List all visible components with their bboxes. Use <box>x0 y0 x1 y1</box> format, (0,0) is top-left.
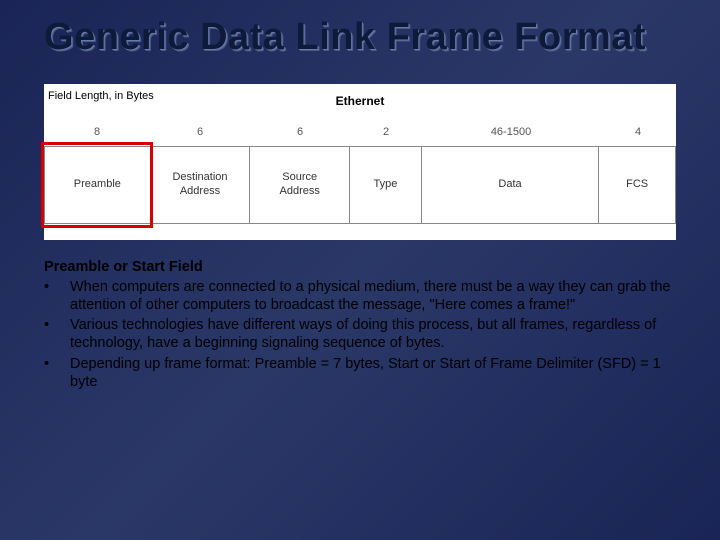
field-length-label: Field Length, in Bytes <box>48 90 154 103</box>
section-heading: Preamble or Start Field <box>44 258 676 276</box>
field-cell: Destination Address <box>151 147 251 223</box>
length-label: 4 <box>600 126 676 138</box>
list-item: •When computers are connected to a physi… <box>44 278 676 314</box>
bullet-list: •When computers are connected to a physi… <box>44 278 676 391</box>
bullet-icon: • <box>44 278 70 314</box>
bullet-icon: • <box>44 355 70 391</box>
field-cell: Type <box>350 147 422 223</box>
length-label: 46-1500 <box>422 126 600 138</box>
field-cell: FCS <box>599 147 675 223</box>
body-text: Preamble or Start Field •When computers … <box>44 258 676 391</box>
slide-title: Generic Data Link Frame Format <box>44 18 676 58</box>
bullet-text: Depending up frame format: Preamble = 7 … <box>70 355 676 391</box>
lengths-row: 866246-15004 <box>44 126 676 138</box>
list-item: •Various technologies have different way… <box>44 316 676 352</box>
bullet-text: Various technologies have different ways… <box>70 316 676 352</box>
length-label: 6 <box>250 126 350 138</box>
length-label: 8 <box>44 126 150 138</box>
frame-diagram: Field Length, in Bytes Ethernet 866246-1… <box>44 84 676 240</box>
list-item: •Depending up frame format: Preamble = 7… <box>44 355 676 391</box>
field-cell: Data <box>422 147 599 223</box>
protocol-title: Ethernet <box>336 94 385 108</box>
length-label: 6 <box>150 126 250 138</box>
slide: Generic Data Link Frame Format Field Len… <box>0 0 720 540</box>
field-cell: Preamble <box>45 147 151 223</box>
fields-row: PreambleDestination AddressSource Addres… <box>44 146 676 224</box>
length-label: 2 <box>350 126 422 138</box>
bullet-text: When computers are connected to a physic… <box>70 278 676 314</box>
field-cell: Source Address <box>250 147 350 223</box>
bullet-icon: • <box>44 316 70 352</box>
